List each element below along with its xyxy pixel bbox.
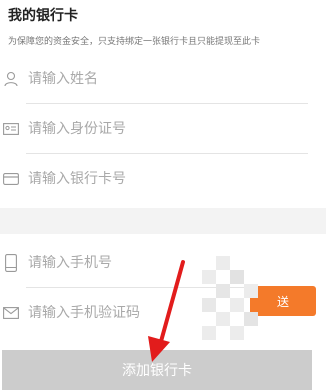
send-code-button[interactable]: 送 [250, 286, 316, 316]
verification-code-input[interactable] [28, 305, 248, 321]
id-card-icon [2, 120, 20, 138]
bank-card-icon [2, 170, 20, 188]
page-header: 我的银行卡 为保障您的资金安全，只支持绑定一张银行卡且只能提现至此卡 [0, 0, 326, 54]
submit-area: 添加银行卡 [0, 350, 326, 390]
id-row [0, 104, 326, 154]
card-number-input[interactable] [28, 171, 248, 187]
security-notice: 为保障您的资金安全，只支持绑定一张银行卡且只能提现至此卡 [8, 37, 261, 47]
phone-row [0, 238, 326, 288]
name-input[interactable] [28, 71, 248, 87]
id-number-input[interactable] [28, 121, 248, 137]
envelope-icon [2, 304, 20, 322]
send-code-label: 送 [276, 294, 289, 309]
phone-icon [2, 254, 20, 272]
name-row [0, 54, 326, 104]
user-icon [2, 70, 20, 88]
section-gap [0, 208, 326, 234]
page-title: 我的银行卡 [8, 8, 78, 24]
bank-card-form [0, 54, 326, 204]
card-row [0, 154, 326, 204]
phone-input[interactable] [28, 255, 248, 271]
add-bank-card-button[interactable]: 添加银行卡 [2, 350, 312, 390]
